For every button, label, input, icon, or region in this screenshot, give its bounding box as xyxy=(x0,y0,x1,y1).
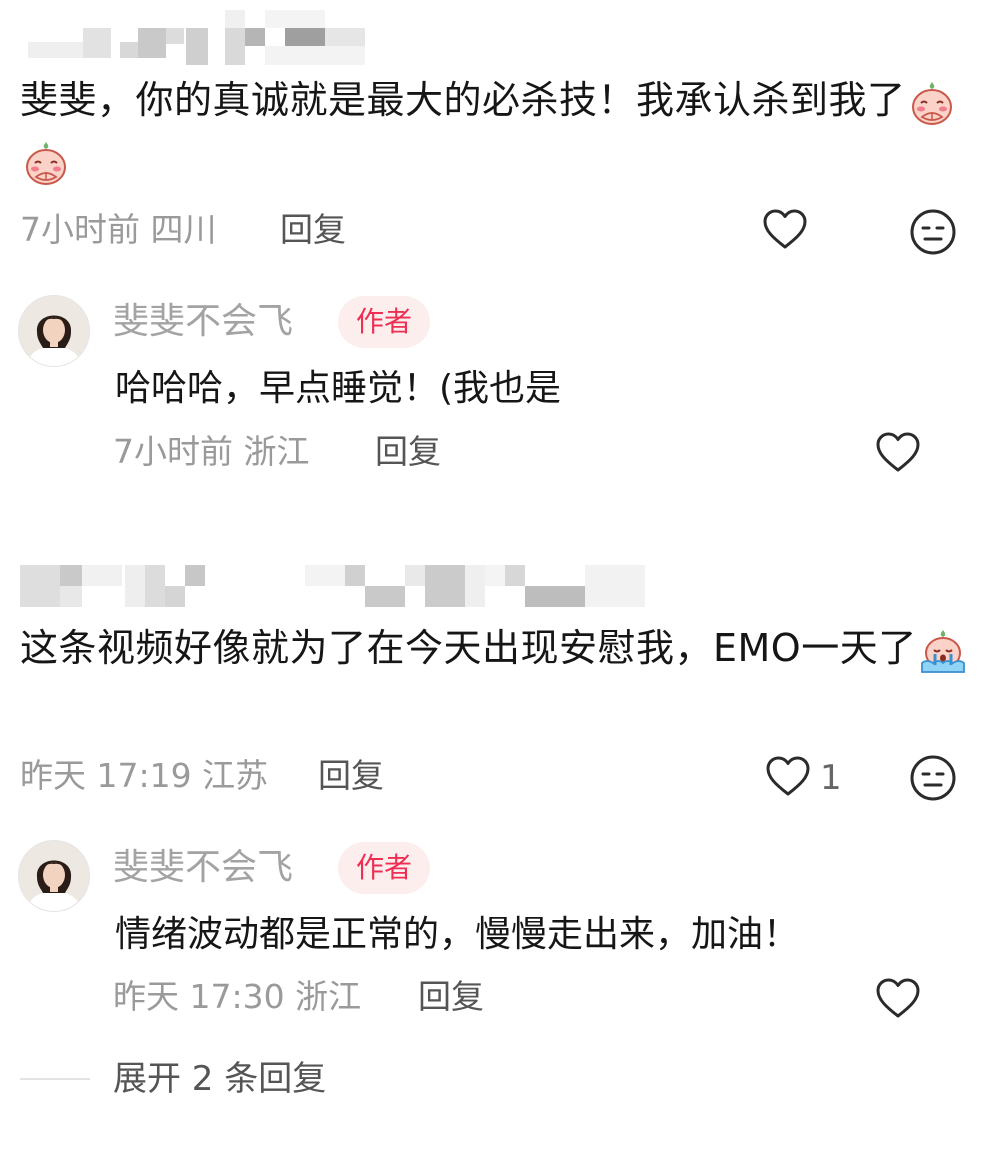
peach-blush-emoji-icon xyxy=(22,139,70,187)
comment-text: 这条视频好像就为了在今天出现安慰我，EMO一天了 xyxy=(20,618,970,678)
author-badge: 作者 xyxy=(338,842,431,894)
reply-location: 浙江 xyxy=(243,432,310,471)
comment-body: 斐斐，你的真诚就是最大的必杀技！我承认杀到我了 xyxy=(20,78,906,122)
like-heart-icon[interactable] xyxy=(763,752,813,802)
author-badge: 作者 xyxy=(338,296,431,348)
comment-location: 四川 xyxy=(150,210,217,249)
expand-divider xyxy=(20,1078,90,1080)
comment-time: 昨天 17:19 xyxy=(20,756,192,795)
reply-location: 浙江 xyxy=(295,977,362,1016)
reply-time: 7小时前 xyxy=(113,432,233,471)
like-count: 1 xyxy=(820,758,842,798)
reply-meta: 昨天 17:30 浙江 xyxy=(113,977,361,1017)
reply-meta: 7小时前 浙江 xyxy=(113,432,310,472)
comment-location: 江苏 xyxy=(202,756,269,795)
like-heart-icon[interactable] xyxy=(760,205,810,255)
username-mosaic xyxy=(20,10,365,65)
expand-replies-button[interactable]: 展开 2 条回复 xyxy=(113,1058,326,1100)
comment-body: 这条视频好像就为了在今天出现安慰我，EMO一天了 xyxy=(20,626,917,670)
avatar[interactable] xyxy=(18,840,90,912)
author-name[interactable]: 斐斐不会飞 xyxy=(113,300,293,344)
reply-time: 昨天 17:30 xyxy=(113,977,285,1016)
username-mosaic xyxy=(20,565,645,607)
reply-text: 情绪波动都是正常的，慢慢走出来，加油！ xyxy=(115,914,800,955)
comment-meta: 昨天 17:19 江苏 xyxy=(20,756,268,796)
dislike-face-icon[interactable] xyxy=(908,207,958,257)
reply-button[interactable]: 回复 xyxy=(418,977,484,1017)
reply-button[interactable]: 回复 xyxy=(375,432,441,472)
reply-text: 哈哈哈，早点睡觉！(我也是 xyxy=(115,368,562,409)
author-name[interactable]: 斐斐不会飞 xyxy=(113,846,293,890)
reply-button[interactable]: 回复 xyxy=(280,210,346,250)
like-heart-icon[interactable] xyxy=(873,974,923,1024)
peach-blush-emoji-icon xyxy=(908,79,956,127)
avatar[interactable] xyxy=(18,295,90,367)
peach-crying-emoji-icon xyxy=(919,627,967,675)
reply-button[interactable]: 回复 xyxy=(318,756,384,796)
comment-meta: 7小时前 四川 xyxy=(20,210,217,250)
comment-time: 7小时前 xyxy=(20,210,140,249)
comment-text: 斐斐，你的真诚就是最大的必杀技！我承认杀到我了 xyxy=(20,70,970,190)
like-heart-icon[interactable] xyxy=(873,428,923,478)
dislike-face-icon[interactable] xyxy=(908,753,958,803)
